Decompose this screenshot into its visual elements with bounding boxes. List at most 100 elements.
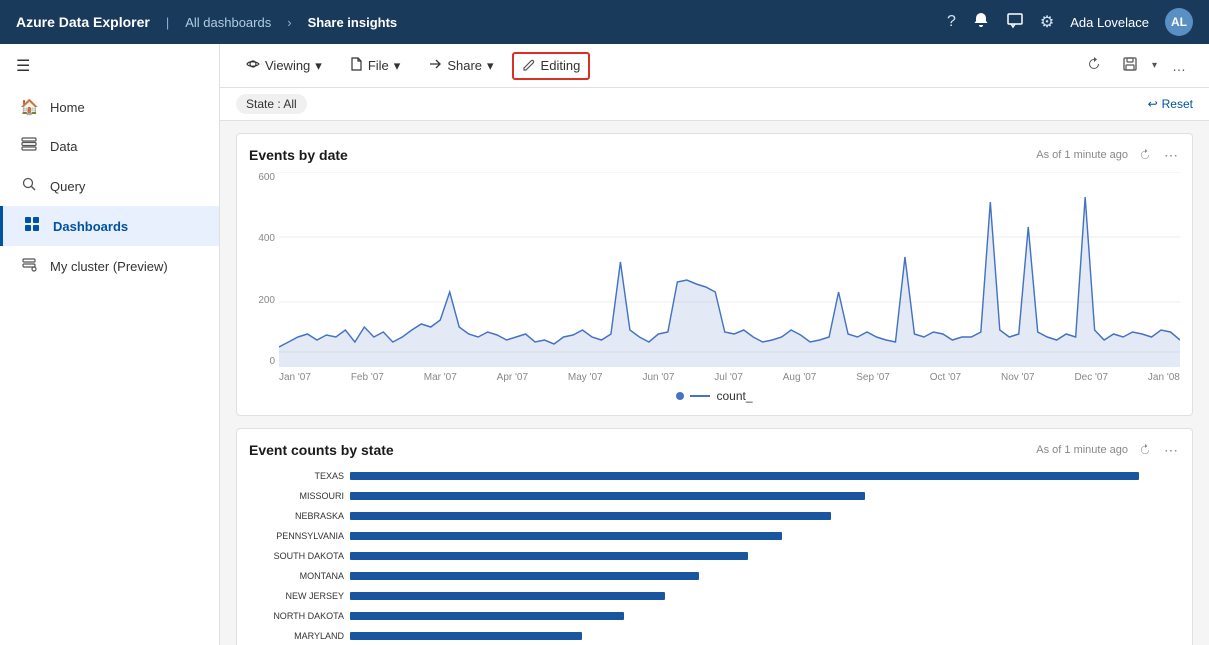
state-label-montana: MONTANA (249, 569, 344, 583)
help-icon[interactable]: ? (947, 13, 956, 31)
legend-dot-icon (676, 392, 684, 400)
chart1-legend: count_ (249, 389, 1180, 403)
sidebar-item-mycluster-label: My cluster (Preview) (50, 259, 168, 274)
editing-label: Editing (541, 58, 581, 73)
reset-icon: ↩ (1148, 97, 1158, 111)
file-button[interactable]: File ▾ (340, 52, 410, 79)
toolbar-right-actions: ▾ … (1080, 52, 1193, 80)
save-chevron-icon: ▾ (1152, 60, 1157, 71)
bar-fill-nebraska (350, 512, 831, 520)
viewing-label: Viewing (265, 58, 310, 73)
chart1-refresh-button[interactable] (1136, 146, 1154, 164)
sidebar-item-dashboards-label: Dashboards (53, 219, 128, 234)
x-mar07: Mar '07 (424, 372, 457, 383)
sidebar-item-home-label: Home (50, 100, 85, 115)
chart1-time: As of 1 minute ago (1036, 149, 1128, 161)
legend-count-label: count_ (716, 389, 752, 403)
nav-separator: | (166, 15, 169, 30)
bar-fill-texas (350, 472, 1139, 480)
refresh-icon (1086, 56, 1102, 75)
editing-pencil-icon (522, 58, 535, 74)
x-jun07: Jun '07 (642, 372, 674, 383)
state-label-texas: TEXAS (249, 469, 344, 483)
viewing-chevron-icon: ▾ (315, 58, 322, 74)
state-filter-pill[interactable]: State : All (236, 94, 307, 114)
reset-label: Reset (1162, 97, 1193, 111)
chart1-more-button[interactable]: ⋯ (1162, 146, 1180, 164)
events-by-date-chart: Events by date As of 1 minute ago ⋯ 600 … (236, 133, 1193, 416)
settings-icon[interactable]: ⚙ (1040, 12, 1054, 32)
chart2-state-labels: TEXAS MISSOURI NEBRASKA PENNSYLVANIA SOU… (249, 467, 344, 643)
viewing-icon (246, 57, 260, 74)
file-label: File (368, 58, 389, 73)
share-icon (428, 57, 442, 74)
x-aug07: Aug '07 (783, 372, 817, 383)
state-label-newjersey: NEW JERSEY (249, 589, 344, 603)
file-icon (350, 57, 363, 74)
x-oct07: Oct '07 (930, 372, 961, 383)
bar-row-montana (350, 569, 1180, 583)
sidebar-item-data[interactable]: Data (0, 126, 219, 166)
refresh-button[interactable] (1080, 52, 1108, 80)
chart2-more-button[interactable]: ⋯ (1162, 441, 1180, 459)
bar-fill-southdakota (350, 552, 748, 560)
chart1-x-axis: Jan '07 Feb '07 Mar '07 Apr '07 May '07 … (279, 370, 1180, 383)
viewing-button[interactable]: Viewing ▾ (236, 52, 332, 79)
bar-row-southdakota (350, 549, 1180, 563)
cluster-icon (20, 256, 38, 276)
bar-row-pennsylvania (350, 529, 1180, 543)
filters-bar: State : All ↩ Reset (220, 88, 1209, 121)
username-label[interactable]: Ada Lovelace (1070, 15, 1149, 30)
notifications-icon[interactable] (972, 11, 990, 34)
share-button[interactable]: Share ▾ (418, 52, 503, 79)
bar-fill-pennsylvania (350, 532, 782, 540)
bar-row-maryland (350, 629, 1180, 643)
x-nov07: Nov '07 (1001, 372, 1035, 383)
bar-row-northdakota (350, 609, 1180, 623)
x-feb07: Feb '07 (351, 372, 384, 383)
bar-row-newjersey (350, 589, 1180, 603)
sidebar-item-dashboards[interactable]: Dashboards (0, 206, 219, 246)
reset-button[interactable]: ↩ Reset (1148, 97, 1193, 111)
hamburger-button[interactable]: ☰ (0, 44, 219, 88)
top-nav-right-actions: ? ⚙ Ada Lovelace AL (947, 8, 1193, 36)
breadcrumb-all-dashboards[interactable]: All dashboards (185, 15, 271, 30)
chart2-title: Event counts by state (249, 442, 394, 458)
chart1-meta: As of 1 minute ago ⋯ (1036, 146, 1180, 164)
bar-row-texas (350, 469, 1180, 483)
sidebar-item-query-label: Query (50, 179, 85, 194)
editing-mode-box[interactable]: Editing (512, 52, 591, 80)
top-navigation: Azure Data Explorer | All dashboards › S… (0, 0, 1209, 44)
brand-name: Azure Data Explorer (16, 14, 150, 30)
dashboards-icon (23, 216, 41, 236)
more-options-button[interactable]: … (1165, 52, 1193, 80)
chart2-refresh-button[interactable] (1136, 441, 1154, 459)
bar-fill-montana (350, 572, 699, 580)
user-avatar[interactable]: AL (1165, 8, 1193, 36)
x-apr07: Apr '07 (497, 372, 528, 383)
y-label-600: 600 (258, 172, 275, 183)
file-chevron-icon: ▾ (394, 58, 401, 74)
state-label-southdakota: SOUTH DAKOTA (249, 549, 344, 563)
query-icon (20, 176, 38, 196)
chart1-svg-container: Jan '07 Feb '07 Mar '07 Apr '07 May '07 … (279, 172, 1180, 383)
sidebar: ☰ 🏠 Home Data Query Dashboards (0, 44, 220, 645)
sidebar-item-home[interactable]: 🏠 Home (0, 88, 219, 126)
x-jan08: Jan '08 (1148, 372, 1180, 383)
chart2-header: Event counts by state As of 1 minute ago… (249, 441, 1180, 459)
chart1-title: Events by date (249, 147, 348, 163)
legend-line-icon (690, 395, 710, 397)
x-may07: May '07 (568, 372, 603, 383)
sidebar-item-mycluster[interactable]: My cluster (Preview) (0, 246, 219, 286)
sidebar-item-query[interactable]: Query (0, 166, 219, 206)
bar-fill-northdakota (350, 612, 624, 620)
chart2-bars (344, 467, 1180, 643)
feedback-icon[interactable] (1006, 11, 1024, 34)
chart1-y-axis: 600 400 200 0 (249, 172, 279, 367)
x-jul07: Jul '07 (714, 372, 743, 383)
y-label-200: 200 (258, 295, 275, 306)
breadcrumb-arrow: › (287, 15, 291, 30)
save-button[interactable] (1116, 52, 1144, 80)
state-label-maryland: MARYLAND (249, 629, 344, 643)
y-label-0: 0 (269, 356, 275, 367)
